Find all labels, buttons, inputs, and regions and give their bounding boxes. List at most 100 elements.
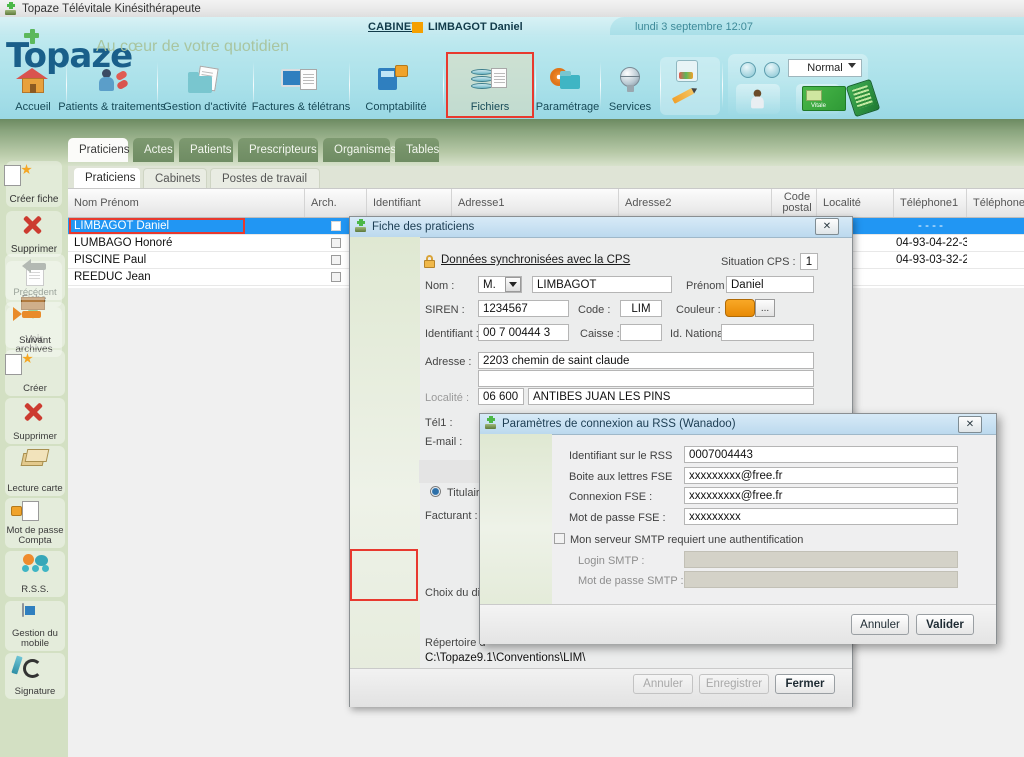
fiche-button-suivant[interactable]: Suivant [5,302,65,348]
column-header-telephone2[interactable]: Téléphone2 [967,189,1024,217]
left-button-creer-fiche[interactable]: Créer fiche [6,161,62,207]
fiche-button-signature[interactable]: Signature [5,653,65,699]
nav-patients-traitements[interactable]: Patients & traitements [66,54,158,116]
nav-factures-teletrans[interactable]: Factures & télétrans [253,54,349,116]
choix-disque-label: Choix du dis [425,587,486,599]
forward-circle-icon[interactable] [764,62,780,78]
new-document-icon [22,353,48,375]
tab-prescripteurs[interactable]: Prescripteurs [238,138,318,162]
fiche-enregistrer-button[interactable]: Enregistrer [699,674,769,694]
fiche-button-rss[interactable]: R.S.S. [5,551,65,597]
nav-services[interactable]: Services [600,54,660,116]
mode-select[interactable]: Normal [788,59,862,77]
rss-valider-button[interactable]: Valider [916,614,974,635]
app-icon [484,416,497,432]
column-header-arch[interactable]: Arch. [305,189,367,217]
chevron-down-icon[interactable] [848,63,856,68]
delete-cross-icon [21,214,47,236]
fiche-button-gestion-mobile[interactable]: Gestion du mobile [5,601,65,651]
chevron-down-icon[interactable] [505,277,521,292]
cabinet-link[interactable]: CABINET [368,21,418,33]
fiche-close-button[interactable]: ✕ [815,218,839,235]
caisse-input[interactable] [620,324,662,341]
column-header-localite[interactable]: Localité [817,189,894,217]
mode-tool-cluster: Normal Vitale [728,54,868,118]
tab-patients[interactable]: Patients [179,138,233,162]
login-smtp-input[interactable] [684,551,958,568]
left-button-supprimer[interactable]: Supprimer [6,211,62,257]
mot-de-passe-smtp-input[interactable] [684,571,958,588]
fiche-button-mot-de-passe-compta[interactable]: Mot de passe Compta [5,498,65,548]
cps-sync-link[interactable]: Données synchronisées avec la CPS [441,254,630,266]
titulaire-radio[interactable] [430,486,441,497]
localite-input[interactable]: ANTIBES JUAN LES PINS [528,388,814,405]
column-header-adresse1[interactable]: Adresse1 [452,189,619,217]
civilite-select[interactable]: M. [478,276,522,293]
couleur-browse-button[interactable]: ... [755,299,775,317]
column-header-nom-prenom[interactable]: Nom Prénom [68,189,305,217]
green-band [0,119,1024,131]
siren-input[interactable]: 1234567 [478,300,569,317]
smtp-auth-checkbox[interactable] [554,533,565,544]
column-header-adresse2[interactable]: Adresse2 [619,189,772,217]
code-postal-input[interactable]: 06 600 [478,388,524,405]
fiche-button-precedent[interactable]: Précédent [5,254,65,300]
nav-gestion-activite[interactable]: Gestion d'activité [157,54,253,116]
nom-input[interactable]: LIMBAGOT [532,276,672,293]
cell-nom: LUMBAGO Honoré [68,235,305,251]
column-header-telephone1[interactable]: Téléphone1 [894,189,967,217]
situation-cps-value[interactable]: 1 [800,253,818,270]
back-circle-icon[interactable] [740,62,756,78]
tab-actes[interactable]: Actes [133,138,174,162]
nav-label: Accueil [15,101,50,113]
rss-identifiant-input[interactable]: 0007004443 [684,446,958,463]
carte-vitale-icon[interactable]: Vitale [802,86,846,111]
column-header-identifiant[interactable]: Identifiant [367,189,452,217]
flask-icon[interactable] [676,60,698,82]
couleur-swatch[interactable] [725,299,755,317]
cabinet-user-name: LIMBAGOT Daniel [428,21,523,33]
nav-label: Services [609,101,651,113]
subtab-cabinets[interactable]: Cabinets [143,168,207,188]
fiche-button-lecture-carte[interactable]: Lecture carte [5,446,65,496]
rss-connexion-fse-input[interactable]: xxxxxxxxx@free.fr [684,487,958,504]
lock-icon [424,255,435,268]
email-label: E-mail : [425,436,462,448]
practitioner-button[interactable] [736,84,780,114]
nav-comptabilite[interactable]: Comptabilité [349,54,443,116]
adresse2-input[interactable] [478,370,814,387]
nav-label: Comptabilité [365,101,426,113]
rss-mot-de-passe-fse-input[interactable]: xxxxxxxxx [684,508,958,525]
rss-boite-lettres-input[interactable]: xxxxxxxxx@free.fr [684,467,958,484]
nav-label: Fichiers [471,101,510,113]
gear-icon [545,64,591,98]
fiche-fermer-button[interactable]: Fermer [775,674,835,694]
localite-label: Localité : [425,392,469,404]
code-input[interactable]: LIM [620,300,662,317]
identifiant-input[interactable]: 00 7 00444 3 [478,324,569,341]
nav-fichiers[interactable]: Fichiers [445,54,535,116]
cabinet-color-swatch [412,22,423,33]
cell-telephone1: - - - - [894,218,967,234]
tab-organismes[interactable]: Organismes [323,138,390,162]
nav-parametrage[interactable]: Paramétrage [535,54,600,116]
fiche-button-supprimer[interactable]: Supprimer [5,398,65,444]
database-doc-icon [467,64,513,98]
prenom-input[interactable]: Daniel [726,276,814,293]
fiche-annuler-button[interactable]: Annuler [633,674,693,694]
monitor-doc-icon [278,64,324,98]
tab-praticiens[interactable]: Praticiens [68,138,128,162]
pencil-icon[interactable] [672,88,694,104]
card-text: Vitale [811,103,826,109]
tab-tables[interactable]: Tables [395,138,439,162]
subtab-praticiens[interactable]: Praticiens [74,168,140,188]
column-header-code-postal[interactable]: Code postal [772,189,817,217]
id-nationale-input[interactable] [721,324,814,341]
cell-telephone1: 04-93-04-22-33 [894,235,967,251]
subtab-postes-travail[interactable]: Postes de travail [210,168,320,188]
fiche-button-creer[interactable]: Créer [5,350,65,396]
app-icon [354,219,367,235]
rss-annuler-button[interactable]: Annuler [851,614,909,635]
rss-close-button[interactable]: ✕ [958,416,982,433]
adresse1-input[interactable]: 2203 chemin de saint claude [478,352,814,369]
